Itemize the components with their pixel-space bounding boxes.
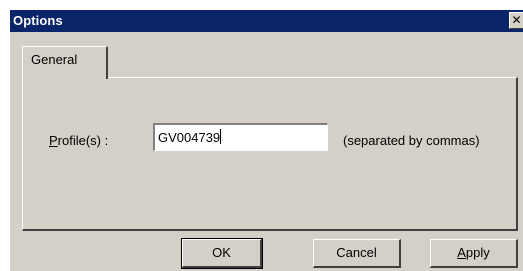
ok-button[interactable]: OK: [181, 238, 263, 269]
dialog-title: Options: [13, 13, 63, 28]
cancel-button[interactable]: Cancel: [313, 239, 401, 268]
cancel-button-label: Cancel: [336, 245, 377, 260]
apply-button-label: pply: [465, 245, 490, 260]
apply-button-accelerator: A: [457, 245, 466, 260]
profiles-label-accelerator: P: [49, 133, 58, 148]
profiles-label-text: rofile(s) :: [57, 133, 109, 148]
close-icon: ✕: [511, 13, 522, 27]
text-caret: [220, 129, 222, 144]
close-button[interactable]: ✕: [509, 12, 523, 29]
title-bar[interactable]: Options ✕: [10, 10, 523, 32]
options-dialog: Options ✕ General Profile(s) : GV004739 …: [10, 10, 523, 271]
general-tab-panel: Profile(s) : GV004739 (separated by comm…: [22, 77, 518, 231]
tab-general[interactable]: General: [22, 46, 108, 79]
profiles-label: Profile(s) :: [49, 133, 108, 148]
tab-general-label: General: [31, 52, 78, 67]
apply-button[interactable]: Apply: [430, 239, 518, 268]
separator-hint: (separated by commas): [343, 133, 480, 148]
ok-button-label: OK: [212, 245, 231, 260]
profiles-input-value: GV004739: [158, 130, 221, 145]
profiles-input[interactable]: GV004739: [153, 123, 328, 151]
